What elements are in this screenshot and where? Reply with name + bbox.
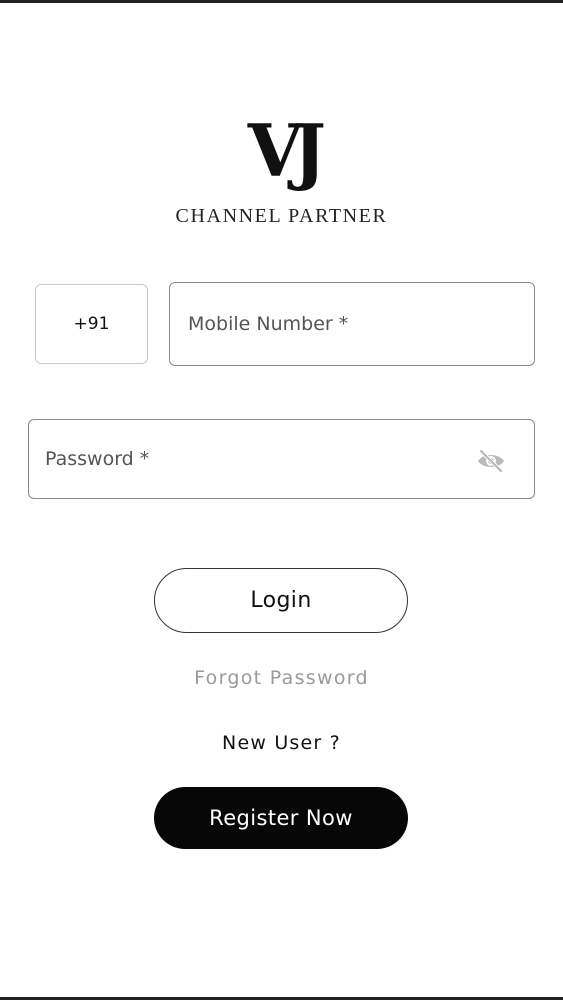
brand-logo: VJ — [0, 111, 563, 191]
new-user-label: New User ? — [222, 732, 341, 754]
country-code-value: +91 — [73, 314, 110, 334]
register-now-button[interactable]: Register Now — [154, 787, 408, 849]
mobile-number-input[interactable] — [188, 283, 518, 365]
password-input[interactable] — [45, 420, 465, 498]
forgot-password-link[interactable]: Forgot Password — [0, 667, 563, 689]
brand-subtitle: CHANNEL PARTNER — [175, 205, 388, 227]
eye-off-icon[interactable] — [476, 448, 506, 474]
mobile-number-field[interactable] — [169, 282, 535, 366]
country-code-selector[interactable]: +91 — [35, 284, 148, 364]
login-screen: VJ CHANNEL PARTNER +91 Login Forgot Pass… — [0, 0, 563, 1000]
password-field[interactable] — [28, 419, 535, 499]
logo-mark: VJ — [247, 108, 325, 193]
login-button[interactable]: Login — [154, 568, 408, 633]
